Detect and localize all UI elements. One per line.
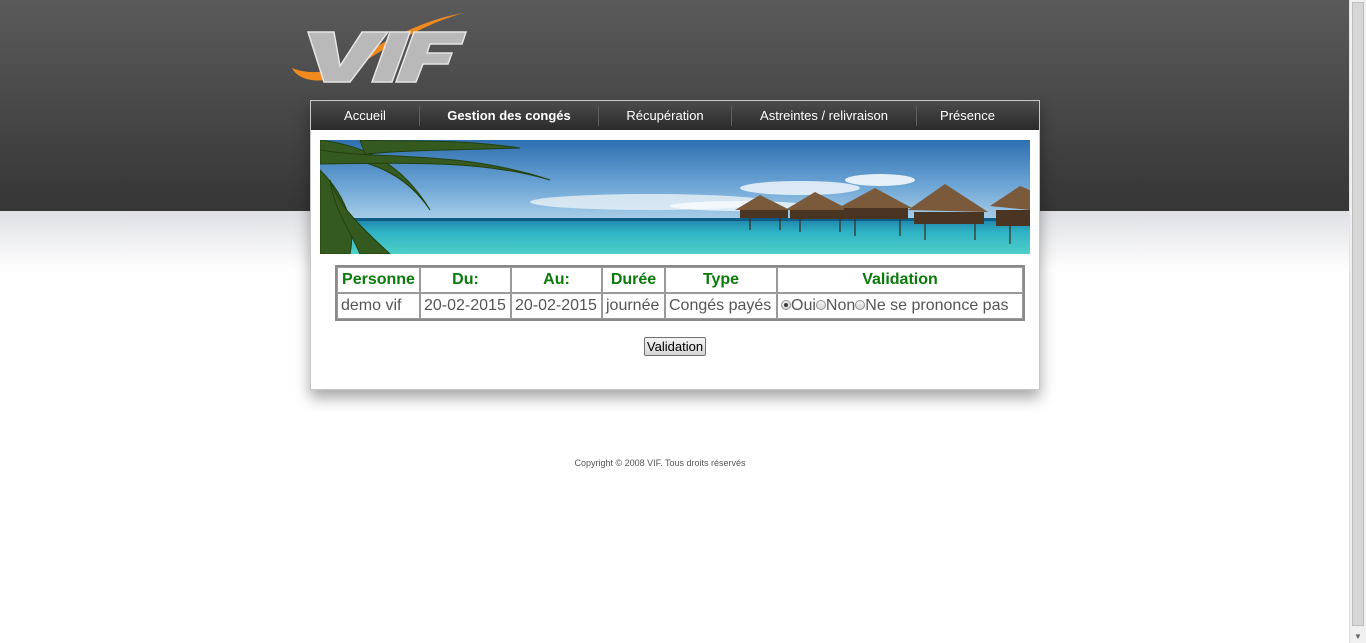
nav-presence[interactable]: Présence [917, 101, 1018, 130]
nav-gestion-des-conges[interactable]: Gestion des congés [420, 101, 598, 130]
nav-recuperation[interactable]: Récupération [599, 101, 731, 130]
table-row: demo vif 20-02-2015 20-02-2015 journée C… [337, 293, 1023, 319]
radio-non[interactable] [815, 300, 826, 310]
nav-accueil[interactable]: Accueil [311, 101, 419, 130]
cell-duree: journée [602, 293, 665, 319]
col-header-personne: Personne [337, 267, 420, 293]
table-header-row: Personne Du: Au: Durée Type Validation [337, 267, 1023, 293]
validation-button[interactable]: Validation [644, 337, 706, 356]
radio-ne-se-prononce-pas-label: Ne se prononce pas [865, 297, 1009, 314]
vif-logo [288, 10, 468, 86]
radio-non-label: Non [825, 297, 856, 314]
nav-astreintes-relivraison[interactable]: Astreintes / relivraison [732, 101, 916, 130]
beach-banner-image [320, 140, 1030, 254]
vertical-scrollbar[interactable]: ▲ ▼ [1349, 0, 1366, 643]
col-header-au: Au: [511, 267, 602, 293]
cell-du: 20-02-2015 [420, 293, 511, 319]
radio-ne-se-prononce-pas[interactable] [855, 300, 866, 310]
cell-au: 20-02-2015 [511, 293, 602, 319]
cell-type: Congés payés [665, 293, 777, 319]
col-header-type: Type [665, 267, 777, 293]
radio-oui-label: Oui [791, 297, 816, 314]
radio-oui[interactable] [781, 300, 791, 310]
main-panel: Accueil Gestion des congés Récupération … [310, 100, 1040, 390]
col-header-validation: Validation [777, 267, 1023, 293]
cell-personne: demo vif [337, 293, 420, 319]
cell-validation: Oui Non Ne se prononce pas [777, 293, 1023, 319]
scrollbar-thumb[interactable] [1352, 2, 1364, 626]
col-header-duree: Durée [602, 267, 665, 293]
copyright-footer: Copyright © 2008 VIF. Tous droits réserv… [574, 458, 746, 468]
scroll-down-arrow-icon[interactable]: ▼ [1350, 631, 1366, 643]
col-header-du: Du: [420, 267, 511, 293]
leave-request-table: Personne Du: Au: Durée Type Validation d… [335, 265, 1025, 321]
main-nav: Accueil Gestion des congés Récupération … [311, 101, 1039, 130]
